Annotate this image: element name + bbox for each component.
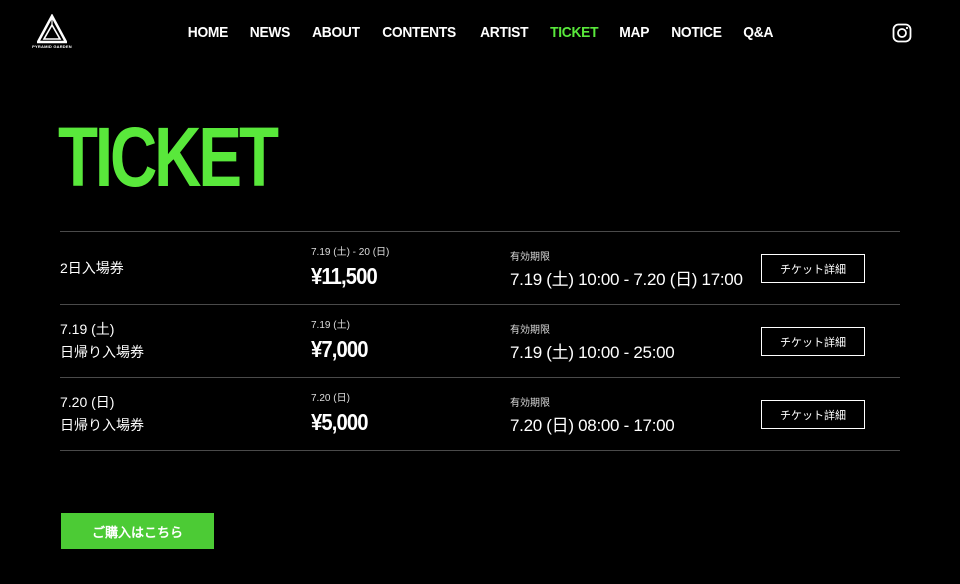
ticket-price-block: 7.20 (日) ¥5,000 [311, 392, 375, 437]
ticket-name-line2: 日帰り入場券 [60, 417, 144, 433]
validity-block: 有効期限 7.20 (日) 08:00 - 17:00 [510, 397, 675, 439]
validity-label: 有効期限 [510, 252, 550, 263]
price-date: 7.20 (日) [311, 393, 350, 404]
ticket-row: 2日入場券 7.19 (土) - 20 (日) ¥11,500 有効期限 7.1… [60, 232, 900, 305]
ticket-name-line2: 2日入場券 [60, 259, 124, 276]
ticket-name: 7.19 (土) 日帰り入場券 [60, 305, 300, 377]
ticket-name-line1: 7.19 (土) [60, 321, 115, 337]
validity-block: 有効期限 7.19 (土) 10:00 - 25:00 [510, 324, 675, 366]
validity-block: 有効期限 7.19 (土) 10:00 - 7.20 (日) 17:00 [510, 251, 743, 293]
page-title: TICKET [58, 110, 279, 204]
nav-qa[interactable]: Q&A [735, 22, 781, 44]
purchase-button[interactable]: ご購入はこちら [61, 513, 214, 549]
price-date: 7.19 (土) - 20 (日) [311, 247, 390, 258]
validity-label: 有効期限 [510, 325, 550, 336]
nav-contents[interactable]: CONTENTS [374, 22, 464, 44]
nav-map[interactable]: MAP [611, 22, 657, 44]
logo-text: PYRAMID GARDEN [32, 44, 72, 49]
ticket-detail-button[interactable]: チケット詳細 [761, 400, 865, 429]
ticket-price: ¥7,000 [311, 336, 369, 362]
nav-notice[interactable]: NOTICE [663, 22, 730, 44]
ticket-name-line2: 日帰り入場券 [60, 344, 144, 360]
nav-home[interactable]: HOME [179, 22, 236, 44]
price-date: 7.19 (土) [311, 320, 350, 331]
instagram-icon [892, 23, 912, 43]
ticket-name: 2日入場券 [60, 232, 300, 304]
ticket-detail-button[interactable]: チケット詳細 [761, 327, 865, 356]
main-nav: HOME NEWS ABOUT CONTENTS ARTIST TICKET M… [0, 22, 960, 44]
ticket-price-block: 7.19 (土) ¥7,000 [311, 319, 375, 364]
ticket-name-line1: 7.20 (日) [60, 394, 115, 410]
validity-period: 7.19 (土) 10:00 - 7.20 (日) 17:00 [510, 270, 743, 289]
nav-ticket[interactable]: TICKET [542, 22, 607, 44]
ticket-price: ¥5,000 [311, 409, 369, 435]
ticket-price: ¥11,500 [311, 263, 378, 289]
nav-about[interactable]: ABOUT [303, 22, 367, 44]
ticket-name: 7.20 (日) 日帰り入場券 [60, 378, 300, 450]
nav-news[interactable]: NEWS [241, 22, 298, 44]
ticket-price-block: 7.19 (土) - 20 (日) ¥11,500 [311, 246, 389, 291]
ticket-row: 7.20 (日) 日帰り入場券 7.20 (日) ¥5,000 有効期限 7.2… [60, 378, 900, 451]
ticket-list: 2日入場券 7.19 (土) - 20 (日) ¥11,500 有効期限 7.1… [60, 231, 900, 451]
nav-artist[interactable]: ARTIST [471, 22, 536, 44]
validity-period: 7.20 (日) 08:00 - 17:00 [510, 416, 675, 435]
ticket-detail-button[interactable]: チケット詳細 [761, 254, 865, 283]
ticket-row: 7.19 (土) 日帰り入場券 7.19 (土) ¥7,000 有効期限 7.1… [60, 305, 900, 378]
validity-period: 7.19 (土) 10:00 - 25:00 [510, 343, 675, 362]
instagram-link[interactable] [892, 23, 912, 43]
validity-label: 有効期限 [510, 398, 550, 409]
